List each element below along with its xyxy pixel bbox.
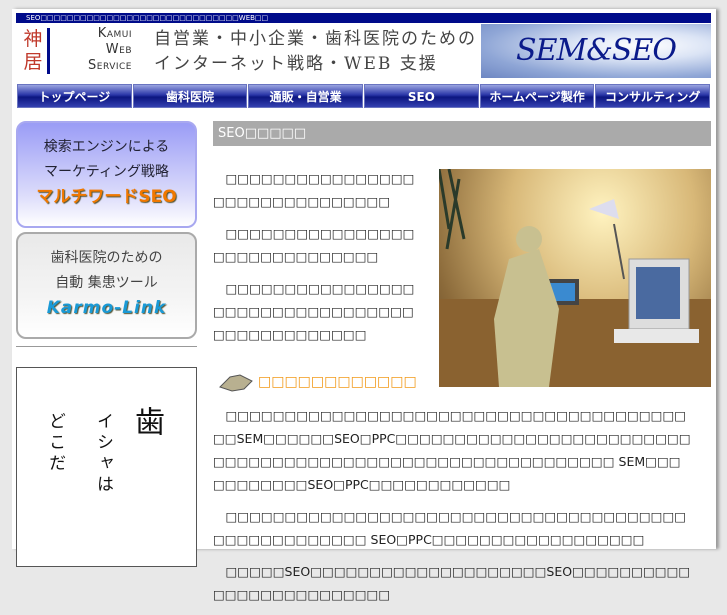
nav-consulting[interactable]: コンサルティング	[595, 84, 711, 108]
nav-top[interactable]: トップページ	[17, 84, 132, 108]
office-computer-image	[439, 169, 711, 387]
banner-line: マーケティング戦略	[44, 164, 169, 180]
tagline-line: インターネット戦略・WEB 支援	[154, 54, 438, 74]
page-title: SEO□□□□□	[213, 121, 711, 146]
banner-line: 自動 集患ツール	[55, 275, 158, 291]
nav-mailorder[interactable]: 通販・自営業	[248, 84, 364, 108]
nav-seo[interactable]: SEO	[364, 84, 479, 108]
logo-divider	[47, 28, 50, 74]
tagline-line: 自営業・中小企業・歯科医院のための	[154, 29, 477, 49]
logo-line: Service	[88, 58, 132, 73]
main-nav: トップページ 歯科医院 通販・自営業 SEO ホームページ製作 コンサルティング	[17, 84, 711, 108]
vertical-text: どこだ	[45, 412, 65, 475]
intro-column: □□□□□□□□□□□□□□□□□□□□□□□□□□□□□□□ □□□□□□□□…	[213, 167, 425, 355]
sem-seo-graphic: SEM&SEO	[481, 24, 711, 78]
vertical-text: イシャは	[93, 412, 113, 496]
logo-text[interactable]: Kamui Web Service	[54, 26, 132, 74]
paragraph: □□□□□□□□□□□□□□□□□□□□□□□□□□□□□□□□□□□□□□□□…	[213, 509, 687, 547]
banner-line: 歯科医院のための	[50, 250, 163, 266]
section-title: □□□□□□□□□□□□	[258, 374, 417, 390]
office-illustration	[439, 169, 711, 387]
paragraph: □□□□□SEO□□□□□□□□□□□□□□□□□□□□SEO□□□□□□□□□…	[213, 564, 691, 602]
paragraph: □□□□□□□□□□□□□□□□□□□□□□□□□□□□□□□	[213, 171, 415, 209]
header-banner: 神居 Kamui Web Service 自営業・中小企業・歯科医院のための イ…	[16, 24, 711, 78]
body-text: □□□□□□□□□□□□□□□□□□□□□□□□□□□□□□□□□□□□□□□□…	[213, 404, 691, 615]
banner-title: マルチワードSEO	[36, 187, 177, 207]
paragraph: □□□□□□□□□□□□□□□□□□□□□□□□□□□□□□□□□□□□□□□□…	[213, 408, 691, 492]
top-bar: SEO□□□□□□□□□□□□□□□□□□□□□□□□□□□□□□WEB□□	[16, 13, 711, 23]
vertical-text: 歯	[129, 406, 164, 440]
logo-kanji[interactable]: 神居	[22, 28, 44, 74]
paragraph: □□□□□□□□□□□□□□□□□□□□□□□□□□□□□□	[213, 226, 415, 264]
nav-dental[interactable]: 歯科医院	[132, 84, 248, 108]
main-content: SEO□□□□□ □□□□□□□□□□□□□□□□□□□□□□□□□□□□□□□…	[213, 121, 711, 602]
sidebar-divider	[16, 346, 197, 347]
banner-title: Karmo-Link	[46, 298, 167, 318]
karmo-link-banner[interactable]: 歯科医院のための 自動 集患ツール Karmo-Link	[16, 232, 197, 339]
handshake-icon	[219, 374, 253, 392]
logo-line: Web	[105, 42, 132, 57]
section-heading: □□□□□□□□□□□□	[218, 371, 417, 393]
banner-line: 検索エンジンによる	[43, 139, 170, 155]
logo-line: Kamui	[97, 26, 132, 41]
page: SEO□□□□□□□□□□□□□□□□□□□□□□□□□□□□□□WEB□□ 神…	[12, 9, 716, 602]
multiword-seo-banner[interactable]: 検索エンジンによる マーケティング戦略 マルチワードSEO	[16, 121, 197, 228]
nav-homepage[interactable]: ホームページ製作	[479, 84, 595, 108]
vertical-text-box[interactable]: 歯 イシャは どこだ	[16, 367, 197, 567]
tagline: 自営業・中小企業・歯科医院のための インターネット戦略・WEB 支援	[154, 27, 477, 77]
sidebar: 検索エンジンによる マーケティング戦略 マルチワードSEO 歯科医院のための 自…	[16, 121, 197, 567]
paragraph: □□□□□□□□□□□□□□□□□□□□□□□□□□□□□□□□□□□□□□□□…	[213, 281, 415, 342]
